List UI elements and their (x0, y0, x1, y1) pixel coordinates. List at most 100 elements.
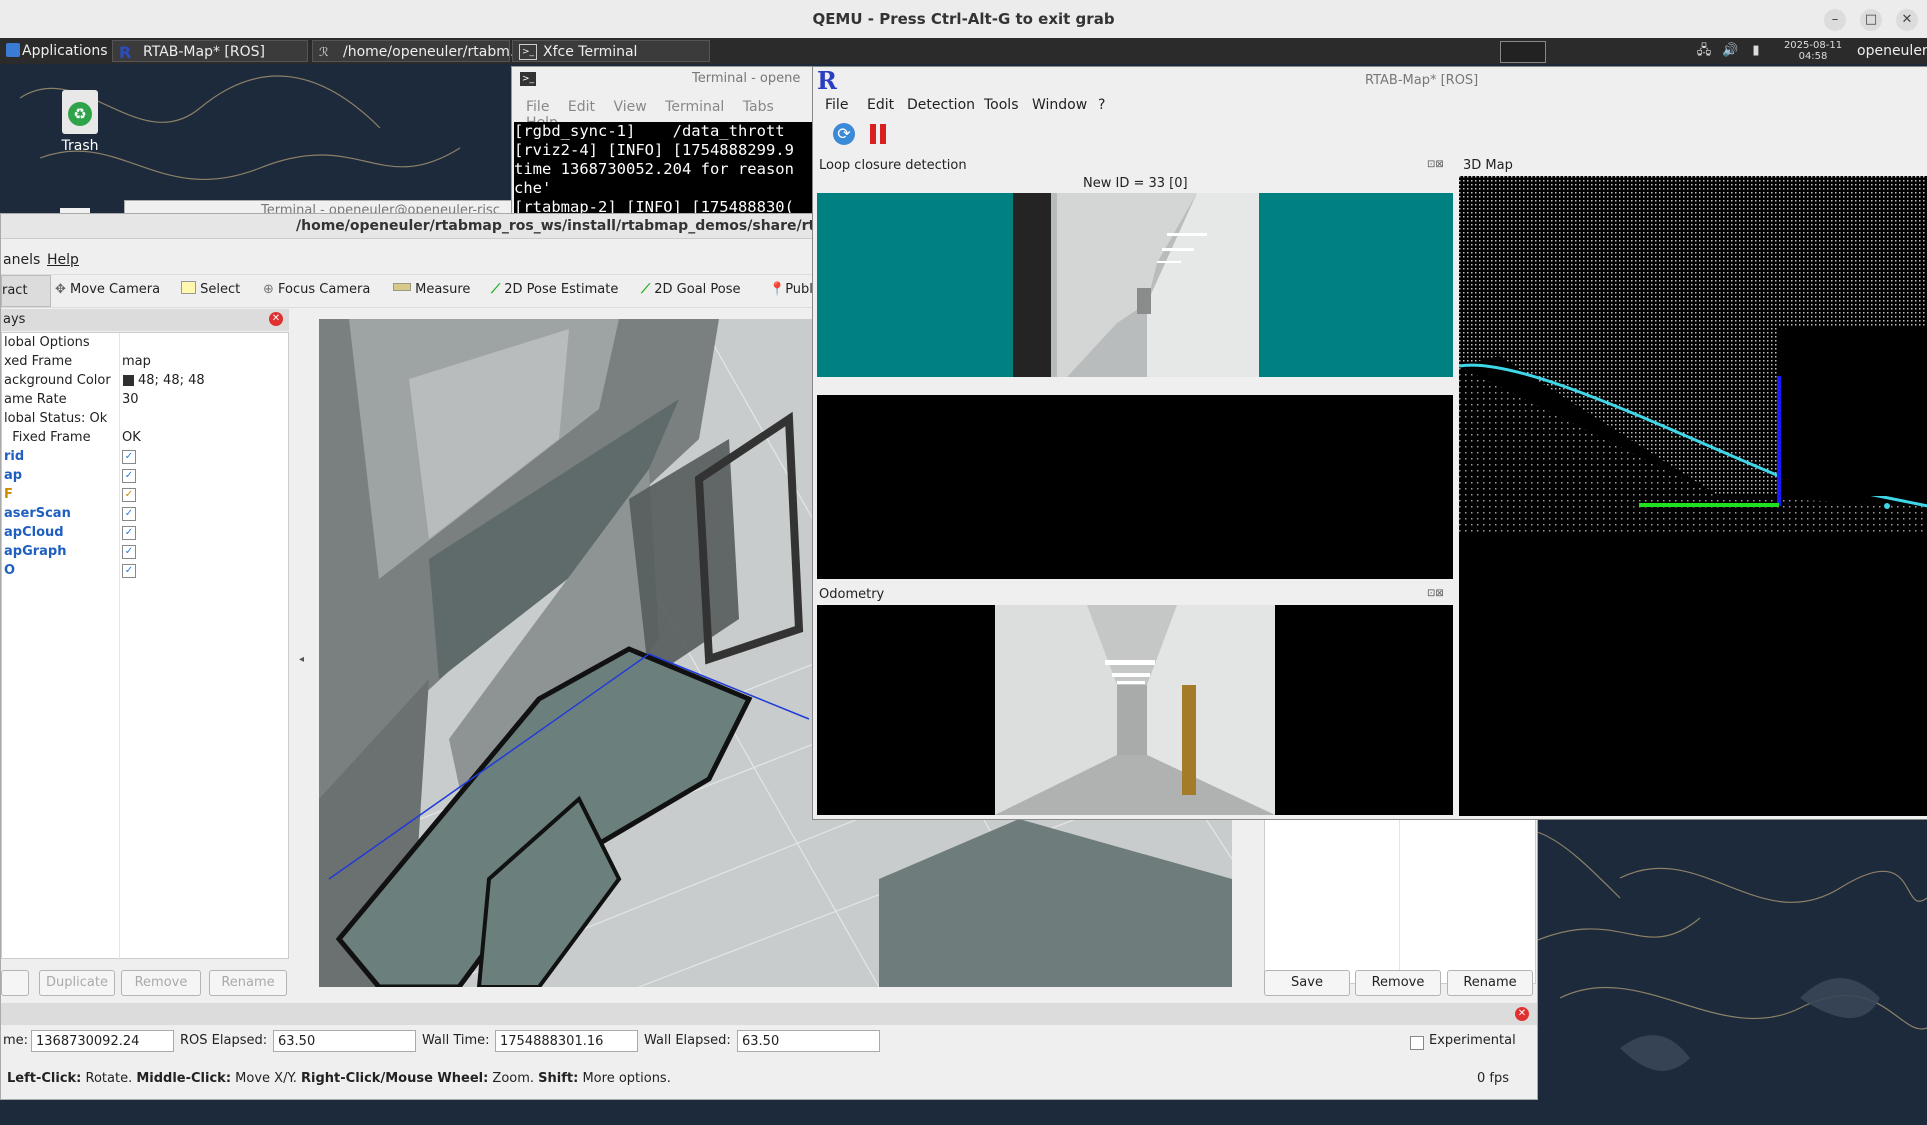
odometry-title: Odometry (819, 587, 885, 602)
display-checkbox[interactable]: ✓ (122, 507, 136, 521)
rtabmap-title-bar[interactable]: R RTAB-Map* [ROS] (813, 66, 1927, 95)
tree-key: lobal Options (4, 335, 90, 350)
tree-key: Fixed Frame (4, 430, 91, 445)
display-checkbox[interactable]: ✓ (122, 526, 136, 540)
tool-2d-pose-estimate[interactable]: ⟋ 2D Pose Estimate (491, 275, 618, 305)
battery-icon[interactable]: ▮ (1748, 43, 1764, 59)
3d-map-view[interactable] (1459, 176, 1927, 816)
color-swatch[interactable] (123, 375, 134, 386)
tree-row[interactable]: xed Frame map (2, 352, 290, 371)
menu-file[interactable]: File (825, 97, 848, 113)
displays-tree[interactable]: lobal Options xed Frame map ackground Col… (1, 332, 290, 960)
trash-label: Trash (61, 138, 99, 154)
display-checkbox[interactable]: ✓ (122, 545, 136, 559)
clock-time: 04:58 (1798, 51, 1828, 62)
tree-row[interactable]: Fixed Frame OK (2, 428, 290, 447)
qemu-title: QEMU - Press Ctrl-Alt-G to exit grab (812, 10, 1115, 28)
menu-detection[interactable]: Detection (907, 97, 975, 113)
wall-elapsed-field[interactable]: 63.50 (737, 1030, 880, 1052)
rtabmap-window[interactable]: R RTAB-Map* [ROS] File Edit Detection To… (812, 66, 1927, 820)
menu-file[interactable]: File (526, 99, 549, 115)
menu-edit[interactable]: Edit (568, 99, 595, 115)
display-mapgraph[interactable]: apGraph ✓ (2, 542, 290, 561)
tool-label: Focus Camera (278, 282, 371, 297)
rename-button[interactable]: Rename (209, 970, 287, 996)
display-odom[interactable]: O ✓ (2, 561, 290, 580)
menu-view[interactable]: View (613, 99, 646, 115)
display-checkbox[interactable]: ✓ (122, 488, 136, 502)
pose-arrow-icon: ⟋ (491, 282, 501, 297)
ros-elapsed-field[interactable]: 63.50 (273, 1030, 416, 1052)
close-button[interactable]: ✕ (1896, 9, 1918, 31)
trash-desktop-icon[interactable]: ♻ Trash (55, 90, 105, 160)
tool-move-camera[interactable]: ✥ Move Camera (55, 275, 160, 305)
terminal-output[interactable]: [rgbd_sync-1] /data_thrott [rviz2-4] [INF… (514, 122, 812, 215)
tool-publish-point[interactable]: 📍Publ (769, 275, 813, 305)
task-terminal[interactable]: >_ Xfce Terminal (512, 40, 710, 62)
tree-key: lobal Status: Ok (4, 411, 108, 426)
save-view-button[interactable]: Save (1264, 970, 1350, 996)
tree-row[interactable]: lobal Options (2, 333, 290, 352)
menu-panels[interactable]: anels (3, 248, 40, 272)
maximize-button[interactable]: □ (1860, 9, 1882, 31)
display-mapcloud[interactable]: apCloud ✓ (2, 523, 290, 542)
task-rtabmap[interactable]: R RTAB-Map* [ROS] (112, 40, 308, 62)
duplicate-button[interactable]: Duplicate (39, 970, 115, 996)
menu-help[interactable]: ? (1098, 97, 1105, 113)
tool-interact[interactable]: ract (1, 275, 51, 307)
clock[interactable]: 2025-08-11 04:58 (1778, 40, 1848, 62)
display-laserscan[interactable]: aserScan ✓ (2, 504, 290, 523)
display-checkbox[interactable]: ✓ (122, 469, 136, 483)
experimental-checkbox[interactable] (1410, 1036, 1424, 1050)
display-map[interactable]: ap ✓ (2, 466, 290, 485)
rename-view-button[interactable]: Rename (1447, 970, 1533, 996)
menu-help[interactable]: Help (47, 248, 79, 272)
close-panel-icon[interactable]: ✕ (269, 312, 283, 326)
add-button[interactable] (1, 970, 29, 996)
tree-value: 30 (122, 392, 139, 407)
tree-row[interactable]: ame Rate 30 (2, 390, 290, 409)
odometry-image-view (817, 605, 1453, 815)
display-tf[interactable]: F ✓ (2, 485, 290, 504)
user-menu[interactable]: openeuler (1857, 40, 1927, 62)
tool-2d-goal-pose[interactable]: ⟋ 2D Goal Pose (641, 275, 741, 305)
volume-icon[interactable]: 🔊 (1722, 43, 1738, 59)
workspace-switcher[interactable] (1500, 41, 1546, 63)
remove-button[interactable]: Remove (121, 970, 201, 996)
refresh-icon[interactable]: ⟳ (833, 123, 855, 145)
remove-view-button[interactable]: Remove (1355, 970, 1441, 996)
menu-terminal[interactable]: Terminal (665, 99, 724, 115)
panel-float-close-icon[interactable]: ⊡⊠ (1427, 159, 1444, 170)
tool-focus-camera[interactable]: ⊕ Focus Camera (263, 275, 370, 305)
tree-row[interactable]: ackground Color 48; 48; 48 (2, 371, 290, 390)
menu-edit[interactable]: Edit (867, 97, 894, 113)
move-camera-icon: ✥ (55, 282, 66, 297)
network-icon[interactable]: 🖧 (1696, 43, 1712, 59)
tool-label: Measure (415, 282, 471, 297)
tool-label: 2D Pose Estimate (504, 282, 619, 297)
menu-tools[interactable]: Tools (984, 97, 1019, 113)
collapse-handle[interactable]: ◂ (299, 654, 304, 665)
rviz-title: /home/openeuler/rtabmap_ros_ws/install/r… (296, 218, 896, 234)
menu-tabs[interactable]: Tabs (743, 99, 774, 115)
ros-time-field[interactable]: 1368730092.24 (31, 1030, 174, 1052)
pause-icon[interactable] (868, 124, 888, 144)
tool-measure[interactable]: Measure (393, 275, 470, 305)
menu-window[interactable]: Window (1032, 97, 1087, 113)
terminal-icon: >_ (520, 72, 536, 86)
display-checkbox[interactable]: ✓ (122, 564, 136, 578)
minimize-button[interactable]: – (1824, 9, 1846, 31)
panel-float-close-icon[interactable]: ⊡⊠ (1427, 588, 1444, 599)
tool-select[interactable]: Select (181, 275, 240, 305)
close-panel-icon[interactable]: ✕ (1515, 1007, 1529, 1021)
tree-row[interactable]: lobal Status: Ok (2, 409, 290, 428)
wall-time-field[interactable]: 1754888301.16 (495, 1030, 638, 1052)
display-checkbox[interactable]: ✓ (122, 450, 136, 464)
views-list[interactable] (1264, 819, 1536, 984)
tree-key: xed Frame (4, 354, 73, 369)
applications-menu[interactable]: Applications (22, 40, 108, 62)
display-grid[interactable]: rid ✓ (2, 447, 290, 466)
terminal-window[interactable]: >_ Terminal - opene File Edit View Termi… (511, 66, 815, 218)
display-label: apCloud (4, 525, 64, 540)
task-rviz[interactable]: ℛ /home/openeuler/rtabm… (312, 40, 524, 62)
